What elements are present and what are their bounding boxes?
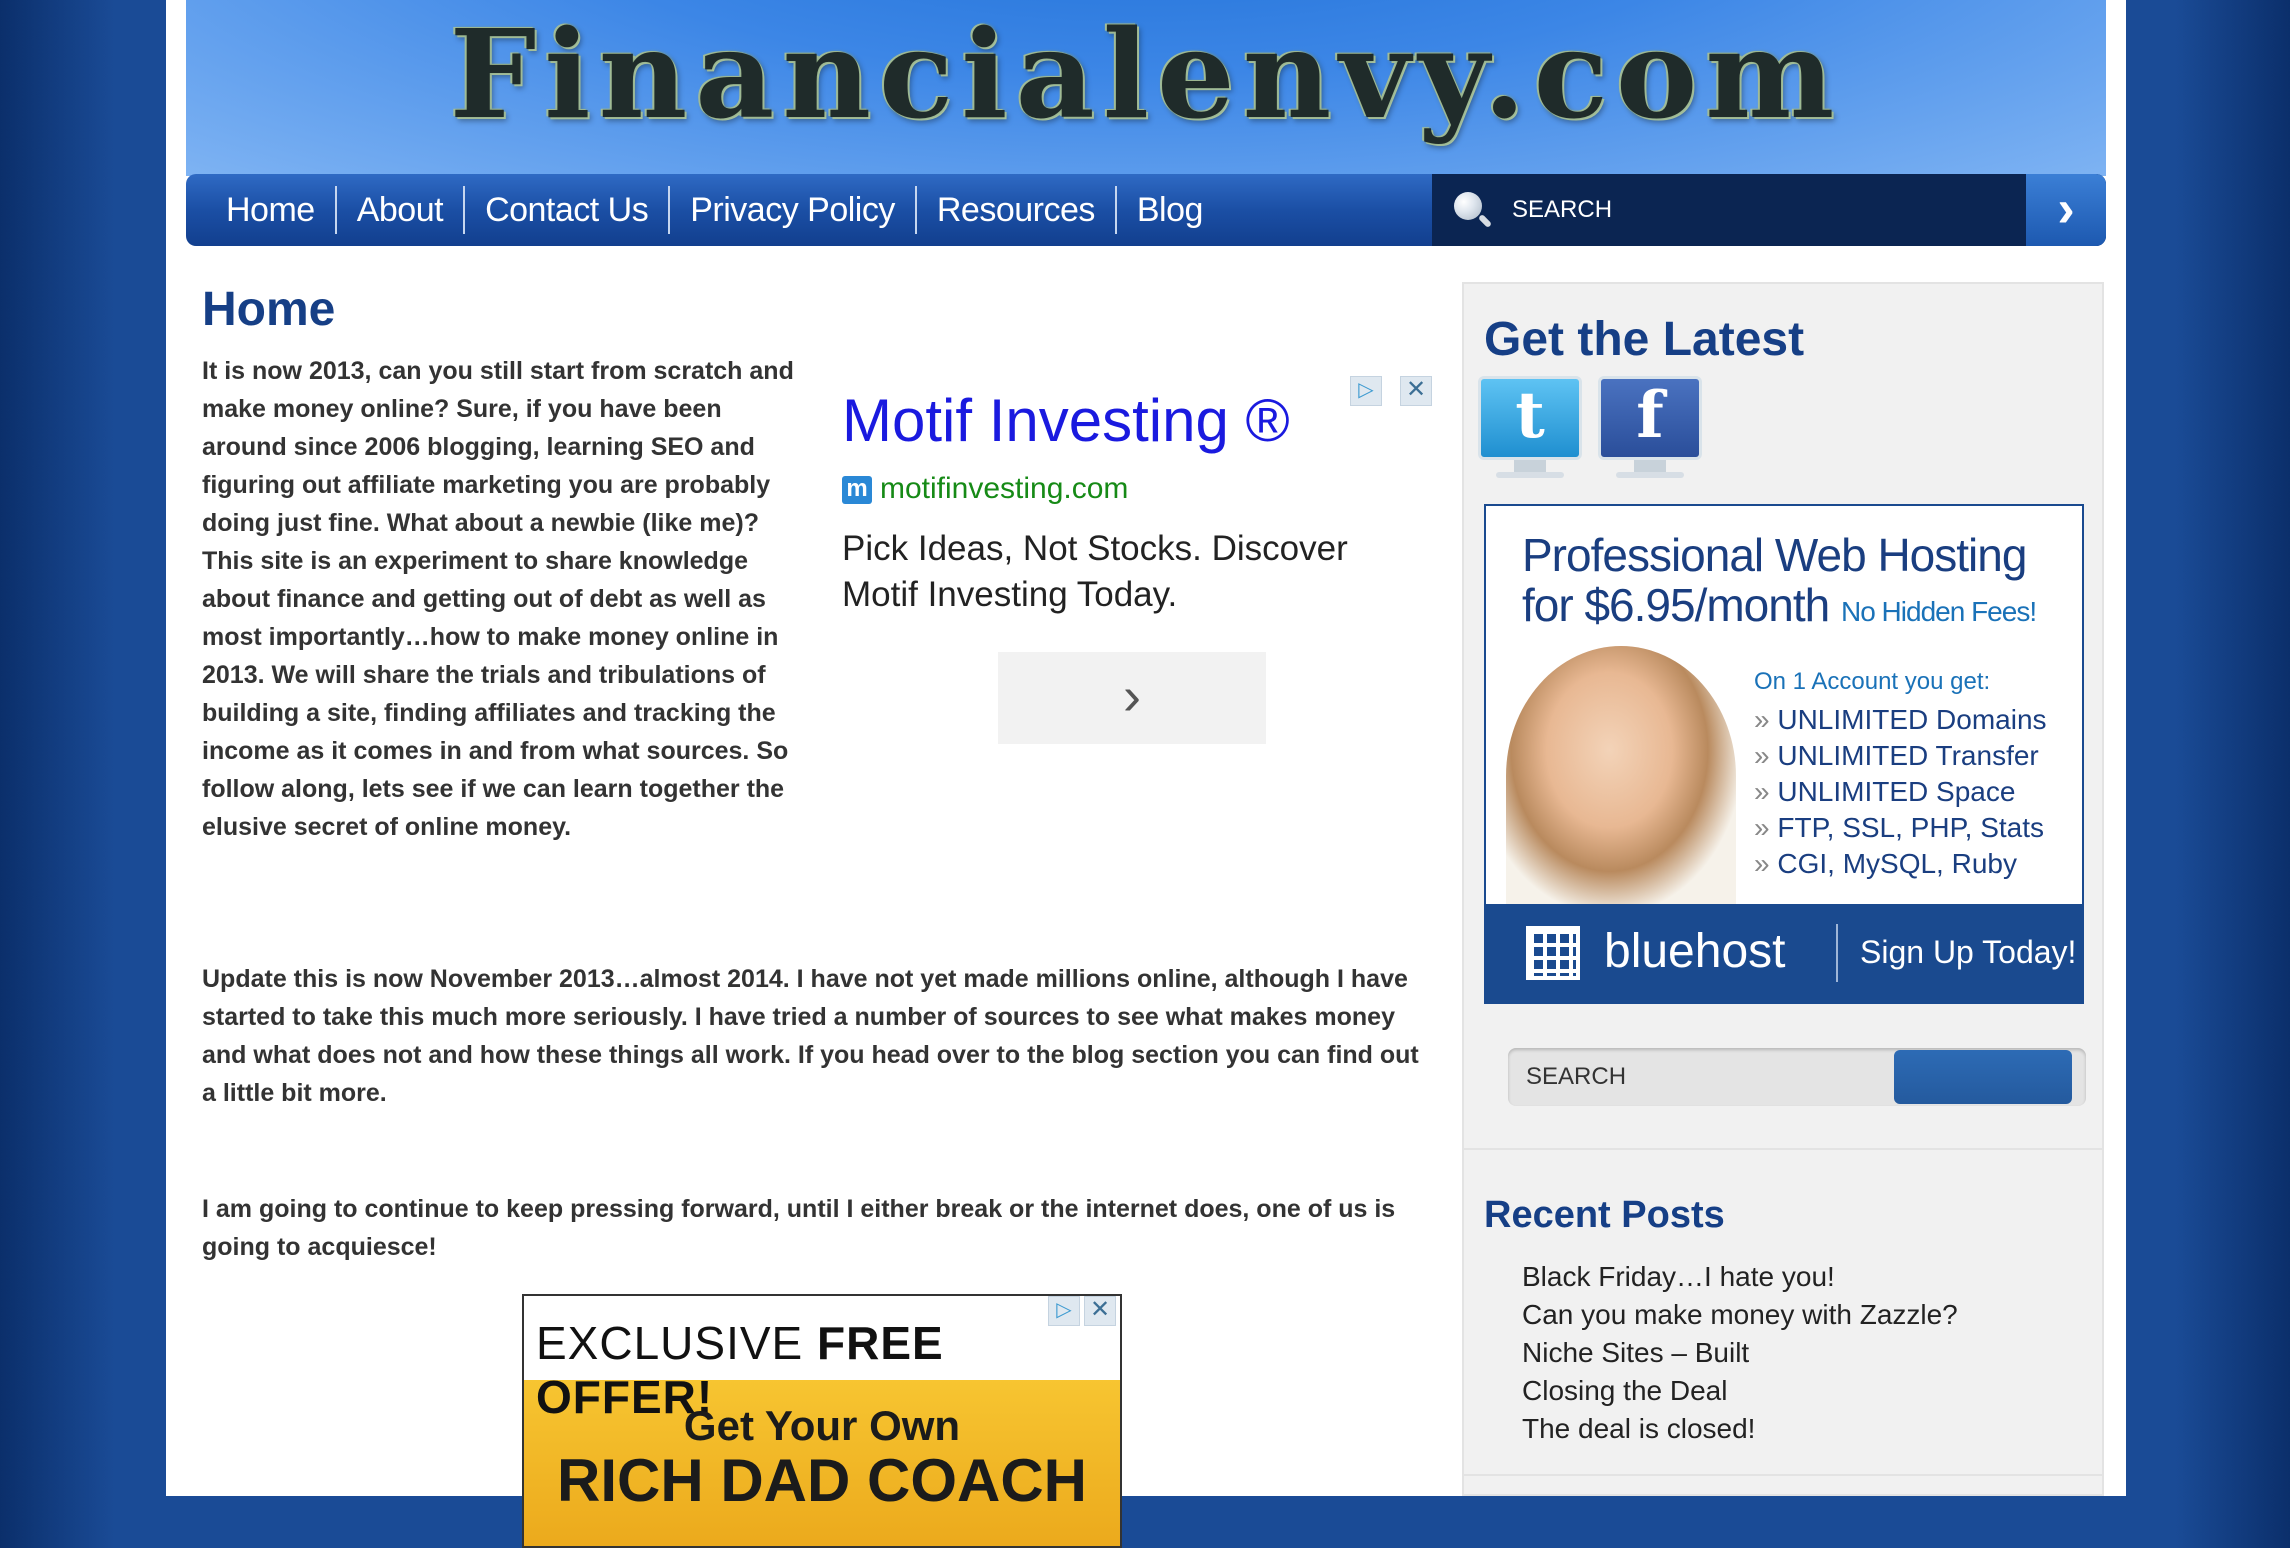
motif-ad-go-button[interactable]: › — [998, 652, 1266, 744]
nav-privacy-policy[interactable]: Privacy Policy — [668, 186, 915, 234]
headline-plain: EXCLUSIVE — [536, 1317, 817, 1369]
motif-ad[interactable]: ✕ Motif Investing ® m motifinvesting.com… — [842, 376, 1432, 756]
nav-about[interactable]: About — [334, 186, 463, 234]
hosting-headline: Professional Web Hosting — [1522, 529, 2027, 581]
divider — [1464, 1148, 2102, 1150]
motif-favicon-icon: m — [842, 476, 872, 504]
hosting-feature: UNLIMITED Domains — [1754, 702, 2046, 738]
monitor-base — [1496, 472, 1564, 478]
ad-close-icon[interactable]: ✕ — [1084, 1296, 1116, 1326]
ad-close-icon[interactable]: ✕ — [1400, 376, 1432, 406]
site-header: Financialenvy.com — [186, 0, 2106, 176]
recent-post-link[interactable]: Black Friday…I hate you! — [1522, 1258, 1958, 1296]
recent-post-link[interactable]: Can you make money with Zazzle? — [1522, 1296, 1958, 1334]
twitter-glyph: t — [1515, 378, 1545, 453]
monitor-stand — [1514, 460, 1546, 472]
facebook-glyph: f — [1636, 378, 1664, 453]
hosting-feature: UNLIMITED Space — [1754, 774, 2047, 810]
nav-blog[interactable]: Blog — [1114, 186, 1223, 234]
hosting-feature: CGI, MySQL, Ruby — [1754, 846, 2047, 882]
facebook-icon[interactable]: f — [1598, 376, 1702, 488]
monitor-stand — [1634, 460, 1666, 472]
sidebar-search-input[interactable]: SEARCH — [1526, 1048, 1626, 1106]
nav-items: Home About Contact Us Privacy Policy Res… — [206, 174, 1223, 246]
rich-dad-line1: Get Your Own — [683, 1402, 961, 1449]
hosting-feature: UNLIMITED Transfer — [1754, 738, 2047, 774]
monitor-base — [1616, 472, 1684, 478]
main-content: Home It is now 2013, can you still start… — [202, 280, 1432, 1548]
hosting-footer: bluehost Sign Up Today! — [1486, 904, 2082, 1002]
hosting-feature: FTP, SSL, PHP, Stats — [1754, 810, 2047, 846]
recent-post-link[interactable]: The deal is closed! — [1522, 1410, 1958, 1448]
twitter-icon[interactable]: t — [1478, 376, 1582, 488]
site-logo[interactable]: Financialenvy.com — [186, 13, 2106, 135]
chevron-right-icon: › — [2057, 180, 2075, 238]
bluehost-ad[interactable]: Professional Web Hosting for $6.95/month… — [1484, 504, 2084, 1004]
ad-choices-icon[interactable] — [1350, 376, 1382, 406]
sidebar: Get the Latest t f Professional Web Host… — [1462, 282, 2104, 1496]
sidebar-search: SEARCH — [1508, 1048, 2086, 1106]
ad-choices-icon[interactable] — [1048, 1296, 1080, 1326]
nav-search-submit-button[interactable]: › — [2026, 174, 2106, 246]
motif-ad-description: Pick Ideas, Not Stocks. Discover Motif I… — [842, 529, 1348, 614]
hosting-no-fees: No Hidden Fees! — [1840, 596, 2037, 627]
recent-posts-title: Recent Posts — [1484, 1194, 1725, 1236]
footer-divider — [1836, 924, 1838, 982]
nav-search-input[interactable]: SEARCH — [1512, 174, 1612, 246]
hosting-features: UNLIMITED Domains UNLIMITED Transfer UNL… — [1754, 702, 2047, 882]
recent-post-link[interactable]: Niche Sites – Built — [1522, 1334, 1958, 1372]
support-agent-image — [1506, 646, 1736, 906]
recent-post-link[interactable]: Closing the Deal — [1522, 1372, 1958, 1410]
rich-dad-ad[interactable]: EXCLUSIVE FREE OFFER! Get Your Own RICH … — [522, 1294, 1122, 1548]
search-icon — [1454, 192, 1482, 220]
recent-posts-list: Black Friday…I hate you! Can you make mo… — [1522, 1258, 1958, 1448]
hosting-price: for $6.95/month — [1522, 579, 1830, 631]
hosting-price-line: for $6.95/month No Hidden Fees! — [1522, 578, 2037, 632]
sidebar-search-button[interactable] — [1894, 1050, 2072, 1104]
nav-search-bar: SEARCH › — [1432, 174, 2106, 246]
rich-dad-line2: RICH DAD COACH — [557, 1447, 1087, 1514]
signup-button[interactable]: Sign Up Today! — [1860, 934, 2076, 971]
main-nav: Home About Contact Us Privacy Policy Res… — [186, 174, 2106, 246]
forward-paragraph: I am going to continue to keep pressing … — [202, 1195, 1396, 1261]
hosting-list-title: On 1 Account you get: — [1754, 668, 1991, 695]
nav-home[interactable]: Home — [206, 186, 335, 234]
bluehost-brand: bluehost — [1604, 925, 1786, 978]
update-paragraph: Update this is now November 2013…almost … — [202, 965, 1419, 1107]
chevron-right-icon: › — [1123, 666, 1141, 726]
intro-paragraph: It is now 2013, can you still start from… — [202, 357, 794, 841]
motif-ad-url[interactable]: motifinvesting.com — [880, 472, 1128, 506]
latest-title: Get the Latest — [1484, 313, 1805, 366]
divider — [1464, 1474, 2102, 1476]
nav-resources[interactable]: Resources — [914, 186, 1115, 234]
nav-contact-us[interactable]: Contact Us — [463, 186, 668, 234]
bluehost-logo-icon — [1526, 926, 1580, 980]
page-title: Home — [202, 283, 336, 336]
page-container: Financialenvy.com Home About Contact Us … — [166, 0, 2126, 1548]
motif-ad-title[interactable]: Motif Investing ® — [842, 386, 1290, 455]
